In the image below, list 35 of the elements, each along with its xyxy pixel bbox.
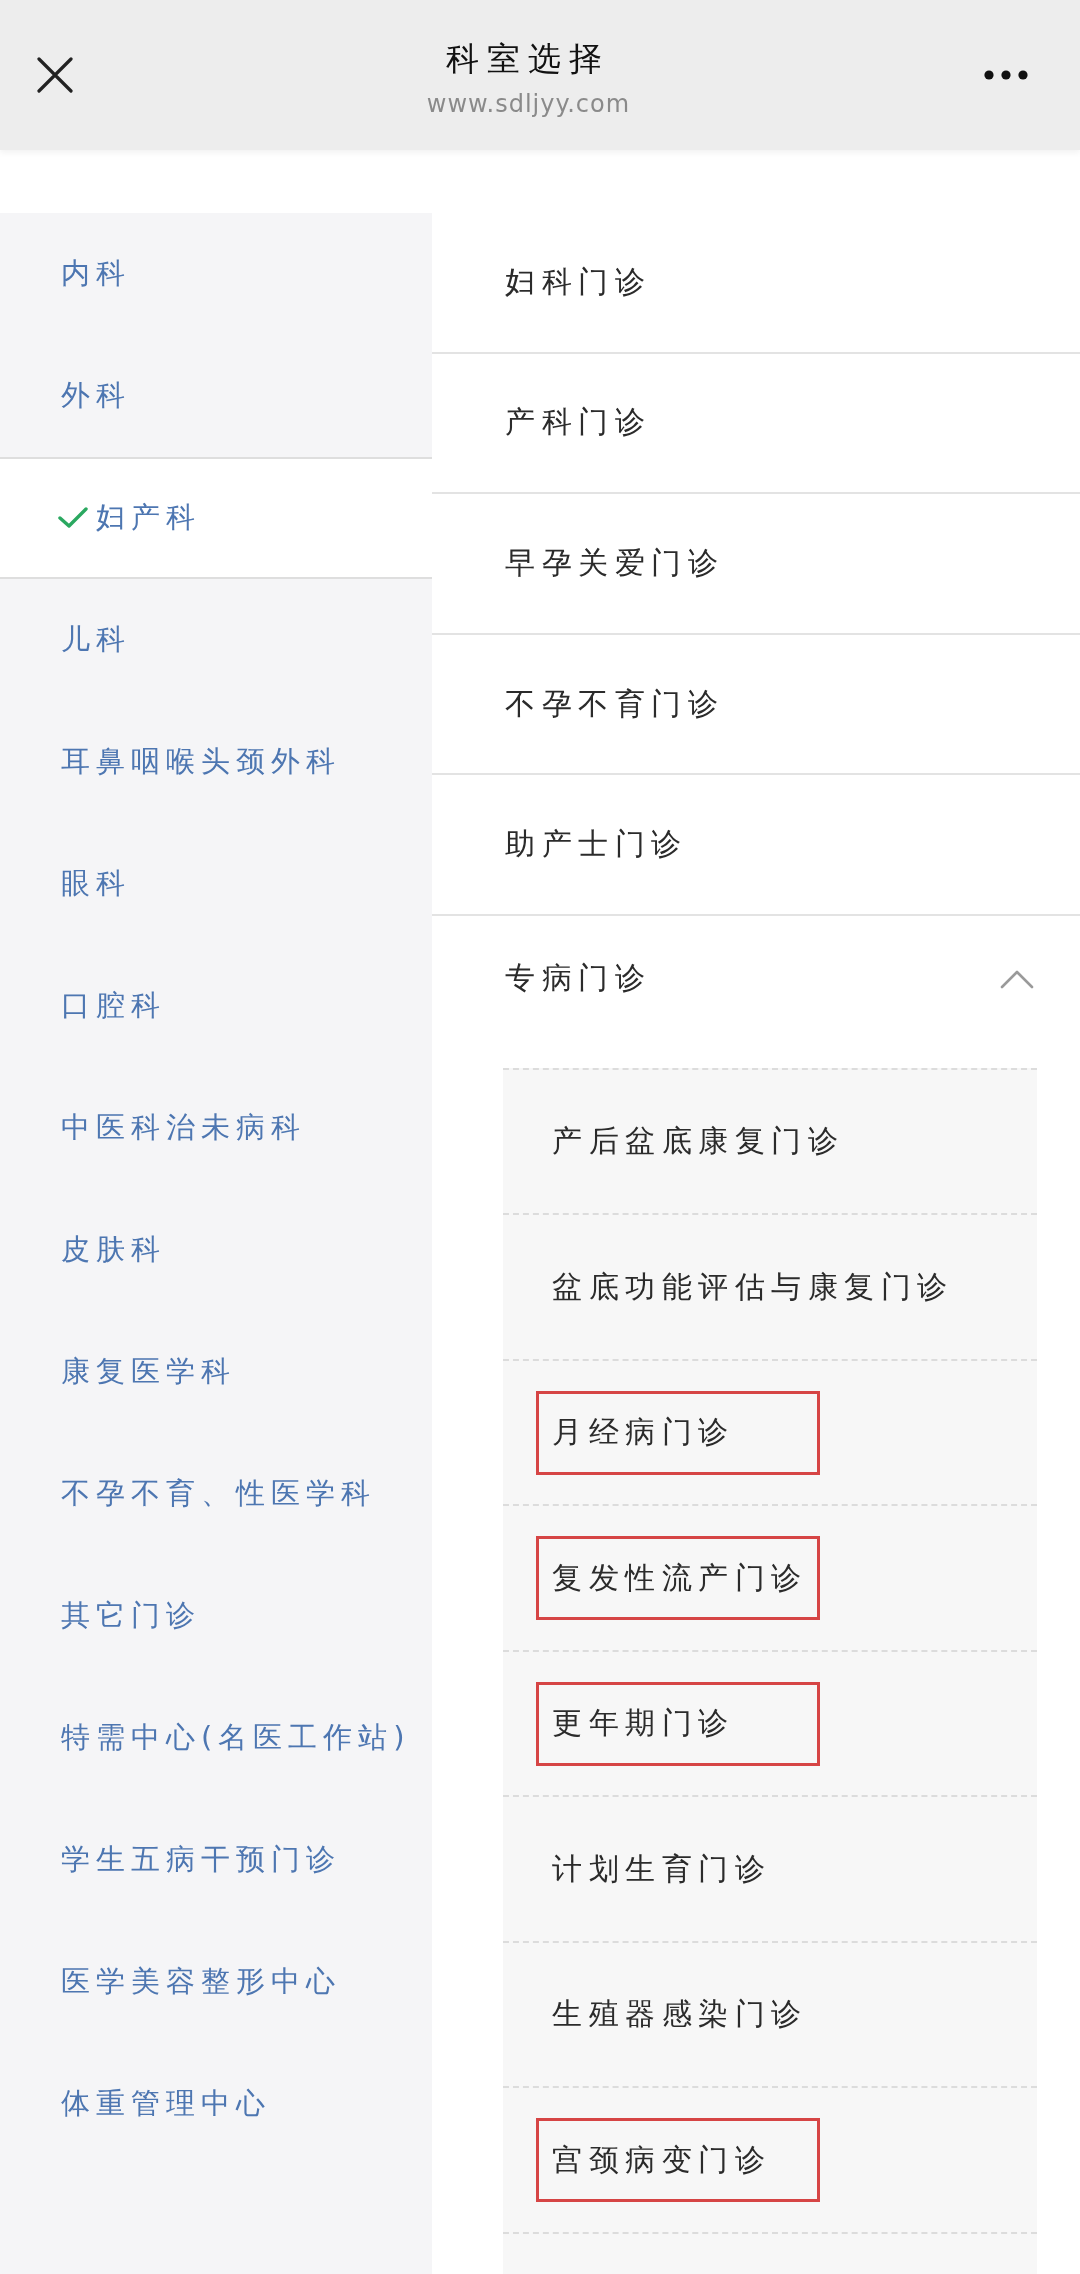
sub-clinic-item[interactable]: 月经病门诊 xyxy=(503,1360,1037,1507)
department-item[interactable]: 儿科 xyxy=(0,579,432,701)
sub-clinic-item[interactable]: 宫颈病变门诊 xyxy=(503,2088,1037,2234)
sub-clinic-item[interactable]: 更年期门诊 xyxy=(503,1651,1037,1798)
department-item[interactable]: 皮肤科 xyxy=(0,1189,432,1311)
clinic-item[interactable]: 妇科门诊 xyxy=(432,213,1080,354)
department-item[interactable]: 学生五病干预门诊 xyxy=(0,1799,432,1921)
page-title: 科室选择 xyxy=(446,40,611,77)
clinic-item[interactable]: 助产士门诊 xyxy=(432,775,1080,916)
sub-clinic-item[interactable]: 产后盆底康复门诊 xyxy=(503,1069,1037,1216)
more-icon[interactable] xyxy=(984,70,1028,80)
sub-clinic-item[interactable]: 计划生育门诊 xyxy=(503,1797,1037,1943)
department-item[interactable]: 其它门诊 xyxy=(0,1555,432,1677)
sub-clinic-item[interactable]: 复发性流产门诊 xyxy=(503,1506,1037,1652)
page-url: www.sdljyy.com xyxy=(426,90,631,118)
department-item[interactable]: 医学美容整形中心 xyxy=(0,1921,432,2043)
close-icon[interactable] xyxy=(37,57,73,93)
sub-clinic-item[interactable]: 盆底功能评估与康复门诊 xyxy=(503,1215,1037,1361)
department-item[interactable]: 口腔科 xyxy=(0,945,432,1067)
department-item[interactable]: 不孕不育、性医学科 xyxy=(0,1433,432,1555)
department-item[interactable]: 耳鼻咽喉头颈外科 xyxy=(0,701,432,823)
department-item[interactable]: 内科 xyxy=(0,213,432,335)
department-item[interactable]: 眼科 xyxy=(0,823,432,945)
clinic-group-header[interactable]: 专病门诊 xyxy=(432,915,1080,1042)
check-icon xyxy=(58,507,88,529)
clinic-item[interactable]: 早孕关爱门诊 xyxy=(432,494,1080,635)
clinic-item[interactable]: 产科门诊 xyxy=(432,353,1080,495)
department-item[interactable]: 中医科治未病科 xyxy=(0,1067,432,1189)
department-item[interactable]: 康复医学科 xyxy=(0,1311,432,1433)
sub-clinic-item[interactable]: 生殖器感染门诊 xyxy=(503,1942,1037,2089)
department-item[interactable]: 体重管理中心 xyxy=(0,2043,432,2165)
clinic-item[interactable]: 不孕不育门诊 xyxy=(432,634,1080,776)
department-item[interactable]: 妇产科 xyxy=(0,457,432,579)
department-item[interactable]: 特需中心(名医工作站) xyxy=(0,1677,432,1799)
department-item[interactable]: 外科 xyxy=(0,335,432,457)
